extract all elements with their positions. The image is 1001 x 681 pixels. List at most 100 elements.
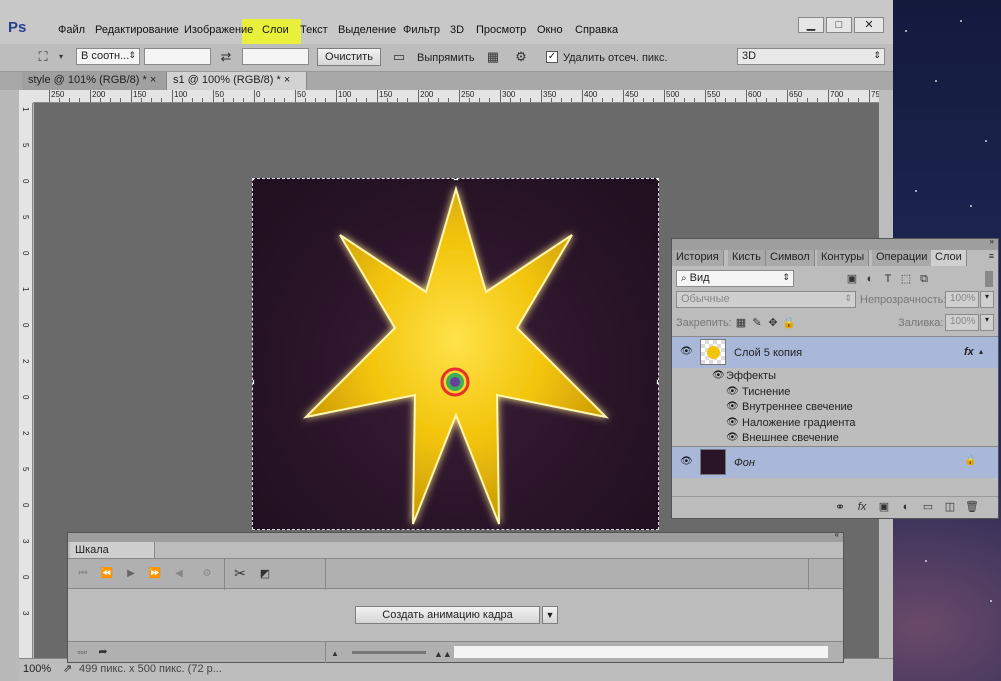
maximize-button[interactable]: □ [826, 17, 852, 33]
zoom-slider[interactable] [352, 651, 426, 654]
menu-image[interactable]: Изображение [184, 24, 253, 36]
create-animation-dropdown-icon[interactable]: ▼ [542, 606, 558, 624]
filter-adjust-icon[interactable]: ◐ [863, 271, 877, 287]
share-icon[interactable]: ⇗ [63, 662, 72, 675]
background-eye-icon[interactable]: 👁 [680, 456, 693, 467]
menu-view[interactable]: Просмотр [476, 24, 526, 36]
delete-crop-checkbox[interactable]: ✓ [546, 51, 558, 63]
tab-history[interactable]: История [672, 250, 724, 266]
document-info[interactable]: 499 пикс. x 500 пикс. (72 р... [79, 663, 222, 675]
straighten-icon[interactable]: ▭ [390, 49, 408, 65]
menu-help[interactable]: Справка [575, 24, 618, 36]
tab-s1[interactable]: s1 @ 100% (RGB/8) * × [167, 72, 307, 90]
opacity-dropdown-icon[interactable]: ▾ [980, 291, 994, 308]
height-input[interactable] [242, 48, 309, 65]
effect-gradient-overlay-eye-icon[interactable]: 👁 [726, 417, 739, 428]
visibility-eye-icon[interactable]: 👁 [680, 346, 693, 357]
effect-gradient-overlay[interactable]: Наложение градиента [742, 417, 856, 429]
transition-icon[interactable]: ◩ [258, 566, 272, 582]
next-frame-icon[interactable]: ⏩ [148, 566, 162, 582]
tool-preset-dropdown-icon[interactable]: ▾ [56, 49, 66, 65]
timeline-tab[interactable]: Шкала времени [70, 542, 155, 568]
effect-outer-glow[interactable]: Внешнее свечение [742, 432, 839, 444]
first-frame-icon[interactable]: ⏮ [76, 566, 90, 582]
lock-pixels-icon[interactable]: ✎ [750, 315, 764, 331]
opacity-input[interactable]: 100% [945, 291, 979, 308]
filter-shape-icon[interactable]: ⬚ [899, 271, 913, 287]
filter-pixel-icon[interactable]: ▣ [845, 271, 859, 287]
lock-transparency-icon[interactable]: ▦ [734, 315, 748, 331]
blend-mode-select[interactable]: Обычные ⇕ [676, 291, 856, 308]
crop-handle-t[interactable] [453, 179, 459, 181]
menu-edit[interactable]: Редактирование [95, 24, 179, 36]
effect-inner-glow-eye-icon[interactable]: 👁 [726, 401, 739, 412]
timeline-header[interactable]: « [68, 530, 843, 542]
menu-layers[interactable]: Слои [262, 24, 289, 36]
minimize-button[interactable]: ▁ [798, 17, 824, 33]
add-style-icon[interactable]: fx [854, 499, 870, 515]
filter-toggle[interactable] [985, 271, 993, 287]
document-canvas[interactable] [252, 178, 659, 530]
effect-emboss[interactable]: Тиснение [742, 386, 790, 398]
effects-collapse-icon[interactable]: ▴ [979, 347, 983, 356]
new-group-icon[interactable]: ▭ [920, 499, 936, 515]
link-layers-icon[interactable]: ⚭ [832, 499, 848, 515]
menu-file[interactable]: Файл [58, 24, 85, 36]
layer-filter-select[interactable]: ⌕ Вид ⇕ [676, 270, 794, 287]
effect-inner-glow[interactable]: Внутреннее свечение [742, 401, 853, 413]
fx-icon[interactable]: fx [964, 346, 974, 358]
menu-3d[interactable]: 3D [450, 24, 464, 36]
add-mask-icon[interactable]: ▣ [876, 499, 892, 515]
menu-select[interactable]: Выделение [338, 24, 396, 36]
timeline-scrollbar[interactable] [454, 646, 828, 658]
zoom-in-icon[interactable]: ▲▲ [434, 646, 452, 662]
render-icon[interactable]: ➦ [96, 644, 110, 660]
close-window-button[interactable]: ✕ [854, 17, 884, 33]
panel-header[interactable]: » [672, 237, 998, 250]
audio-icon[interactable]: ◀ [172, 566, 186, 582]
layer-row-background[interactable]: 👁 Фон 🔒 [672, 446, 998, 478]
menu-window[interactable]: Окно [537, 24, 563, 36]
gear-icon[interactable]: ⚙ [512, 49, 530, 65]
layer-row-star[interactable]: 👁 Слой 5 копия fx ▴ [672, 336, 998, 368]
tab-layers[interactable]: Слои [931, 250, 967, 266]
workspace-select[interactable]: 3D ⇕ [737, 48, 885, 65]
tab-character[interactable]: Символ [766, 250, 815, 266]
grid-overlay-icon[interactable]: ▦ [484, 49, 502, 65]
settings-gear-icon[interactable]: ⚙ [200, 566, 214, 582]
effects-eye-icon[interactable]: 👁 [712, 370, 725, 381]
zoom-level[interactable]: 100% [23, 663, 51, 675]
zoom-out-icon[interactable]: ▲ [330, 646, 340, 662]
straighten-label[interactable]: Выпрямить [417, 52, 475, 64]
split-scissors-icon[interactable]: ✂ [232, 565, 248, 581]
crop-handle-l[interactable] [253, 379, 255, 385]
fill-input[interactable]: 100% [945, 314, 979, 331]
lock-all-icon[interactable]: 🔒 [782, 315, 796, 331]
lock-position-icon[interactable]: ✥ [766, 315, 780, 331]
layer-name-background[interactable]: Фон [734, 457, 755, 469]
menu-type[interactable]: Текст [300, 24, 328, 36]
ratio-select[interactable]: В соотн... ⇕ [76, 48, 140, 65]
tab-paths[interactable]: Контуры [817, 250, 870, 266]
create-frame-animation-button[interactable]: Создать анимацию кадра [355, 606, 540, 624]
tab-style-close-icon[interactable]: × [150, 74, 156, 86]
clear-button[interactable]: Очистить [317, 48, 381, 66]
delete-layer-icon[interactable]: 🗑 [964, 499, 980, 515]
width-input[interactable] [144, 48, 211, 65]
effect-emboss-eye-icon[interactable]: 👁 [726, 386, 739, 397]
convert-icon[interactable]: ▫▫▫ [74, 644, 90, 660]
swap-icon[interactable]: ⇄ [218, 49, 234, 65]
menu-filter[interactable]: Фильтр [403, 24, 440, 36]
crop-handle-tl[interactable] [253, 179, 255, 181]
tab-brush[interactable]: Кисть [728, 250, 766, 266]
tab-s1-close-icon[interactable]: × [284, 74, 290, 86]
layer-name-star[interactable]: Слой 5 копия [734, 347, 802, 359]
effect-outer-glow-eye-icon[interactable]: 👁 [726, 432, 739, 443]
prev-frame-icon[interactable]: ⏪ [100, 566, 114, 582]
tab-actions[interactable]: Операции [872, 250, 933, 266]
filter-type-icon[interactable]: T [881, 271, 895, 287]
crop-handle-r[interactable] [656, 379, 658, 385]
fill-dropdown-icon[interactable]: ▾ [980, 314, 994, 331]
crop-handle-tr[interactable] [656, 179, 658, 181]
crop-tool-icon[interactable]: ⛶ [34, 49, 52, 65]
